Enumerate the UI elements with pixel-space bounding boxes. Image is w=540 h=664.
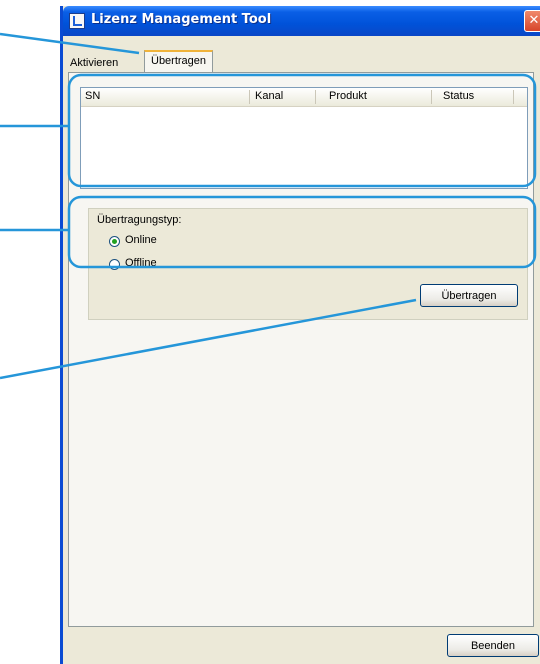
title-bar[interactable]: Lizenz Management Tool ✕ [63, 6, 540, 36]
transfer-type-legend: Übertragungstyp: [97, 214, 182, 226]
column-divider[interactable] [431, 90, 432, 104]
tab-strip: Aktivieren Übertragen [63, 48, 540, 73]
tab-panel-uebertragen: SN Kanal Produkt Status Übertragungstyp:… [68, 72, 534, 627]
tab-aktivieren[interactable]: Aktivieren [70, 57, 118, 69]
column-header-produkt[interactable]: Produkt [329, 90, 367, 102]
column-header-kanal[interactable]: Kanal [255, 90, 283, 102]
column-divider[interactable] [315, 90, 316, 104]
app-icon [69, 13, 85, 29]
column-divider[interactable] [513, 90, 514, 104]
exit-button[interactable]: Beenden [447, 634, 539, 657]
radio-online-indicator[interactable] [109, 236, 120, 247]
transfer-button[interactable]: Übertragen [420, 284, 518, 307]
radio-online-label[interactable]: Online [125, 234, 157, 246]
license-list[interactable]: SN Kanal Produkt Status [80, 87, 528, 189]
column-divider[interactable] [249, 90, 250, 104]
close-button[interactable]: ✕ [524, 10, 540, 32]
list-header: SN Kanal Produkt Status [81, 88, 527, 107]
license-tool-window: Lizenz Management Tool ✕ Aktivieren Über… [60, 6, 540, 664]
window-title: Lizenz Management Tool [91, 12, 272, 27]
column-header-status[interactable]: Status [443, 90, 474, 102]
tab-uebertragen[interactable]: Übertragen [144, 50, 214, 73]
column-header-sn[interactable]: SN [85, 90, 100, 102]
radio-offline-label[interactable]: Offline [125, 257, 157, 269]
radio-offline-indicator[interactable] [109, 259, 120, 270]
